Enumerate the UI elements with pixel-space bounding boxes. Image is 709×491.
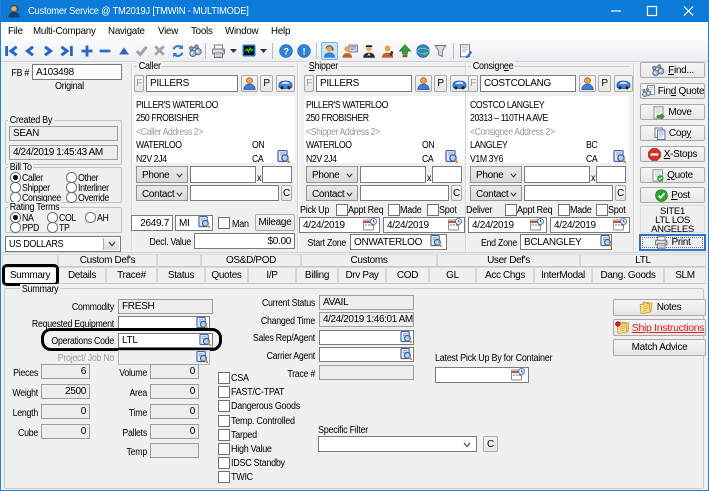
svg-text:!: ! bbox=[303, 46, 306, 57]
svg-text:?: ? bbox=[283, 46, 289, 57]
